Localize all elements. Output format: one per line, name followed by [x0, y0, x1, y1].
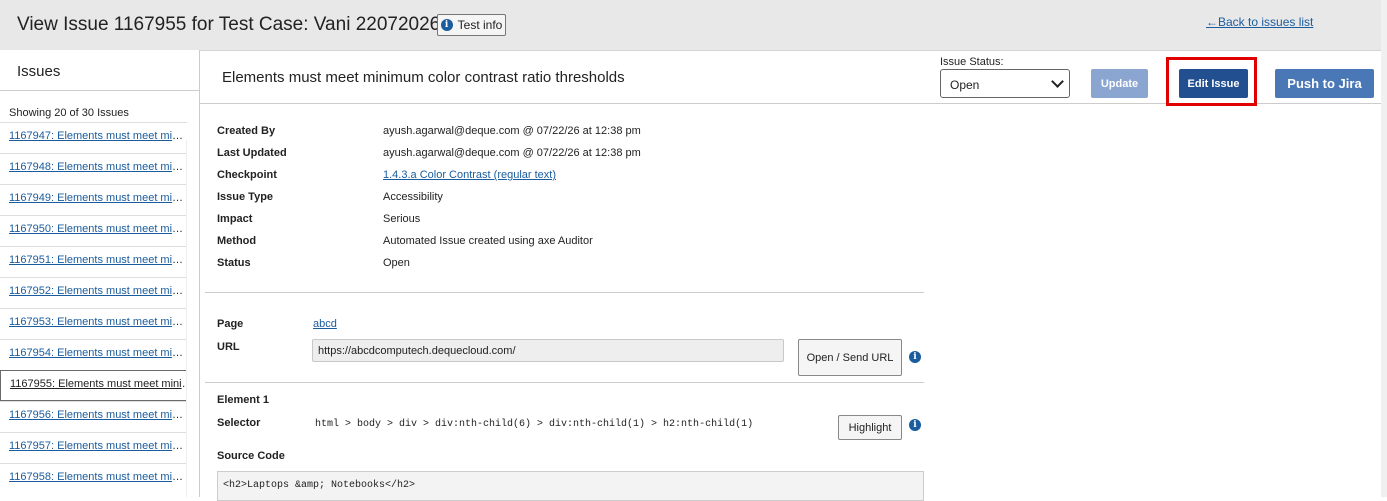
list-item: 1167951: Elements must meet minimum colo…	[0, 246, 187, 277]
issues-sidebar: Issues Showing 20 of 30 Issues 1167947: …	[0, 50, 200, 497]
issue-status-label: Issue Status:	[940, 56, 1004, 68]
divider	[205, 292, 924, 293]
method-label: Method	[217, 235, 257, 247]
test-info-label: Test info	[457, 18, 503, 32]
list-item: 1167958: Elements must meet minimum colo…	[0, 463, 187, 494]
issue-type-label: Issue Type	[217, 191, 274, 203]
issue-header: Elements must meet minimum color contras…	[200, 50, 1381, 106]
created-by-value: ayush.agarwal@deque.com @ 07/22/26 at 12…	[383, 125, 641, 137]
list-item: 1167949: Elements must meet minimum colo…	[0, 184, 187, 215]
issue-link[interactable]: 1167958: Elements must meet minimum colo…	[9, 471, 187, 483]
element-title: Element 1	[217, 394, 269, 406]
issue-link[interactable]: 1167947: Elements must meet minimum colo…	[9, 130, 187, 142]
issue-link[interactable]: 1167950: Elements must meet minimum colo…	[9, 223, 187, 235]
test-info-button[interactable]: i Test info	[437, 14, 506, 36]
info-icon[interactable]: i	[909, 351, 921, 363]
last-updated-value: ayush.agarwal@deque.com @ 07/22/26 at 12…	[383, 147, 641, 159]
page-link[interactable]: abcd	[313, 318, 337, 330]
selector-label: Selector	[217, 417, 261, 429]
issue-heading: Elements must meet minimum color contras…	[222, 69, 625, 86]
issue-list: 1167947: Elements must meet minimum colo…	[0, 122, 199, 494]
divider	[205, 382, 924, 383]
back-to-issues-link[interactable]: ←Back to issues list	[1206, 15, 1313, 29]
created-by-label: Created By	[217, 125, 276, 137]
list-item: 1167953: Elements must meet minimum colo…	[0, 308, 187, 339]
issue-link[interactable]: 1167957: Elements must meet minimum colo…	[9, 440, 187, 452]
status-label: Status	[217, 257, 251, 269]
url-field[interactable]: https://abcdcomputech.dequecloud.com/	[312, 339, 784, 362]
info-icon[interactable]: i	[909, 419, 921, 431]
list-item: 1167957: Elements must meet minimum colo…	[0, 432, 187, 463]
checkpoint-link[interactable]: 1.4.3.a Color Contrast (regular text)	[383, 169, 556, 181]
url-label: URL	[217, 341, 240, 353]
last-updated-label: Last Updated	[217, 147, 287, 159]
issue-link[interactable]: 1167952: Elements must meet minimum colo…	[9, 285, 187, 297]
page-scrollbar[interactable]	[1381, 0, 1387, 497]
issue-link[interactable]: 1167949: Elements must meet minimum colo…	[9, 192, 187, 204]
impact-label: Impact	[217, 213, 253, 225]
status-value: Open	[383, 257, 410, 269]
list-item: 1167947: Elements must meet minimum colo…	[0, 122, 187, 153]
highlight-button[interactable]: Highlight	[838, 415, 902, 440]
issue-type-value: Accessibility	[383, 191, 443, 203]
list-item: 1167956: Elements must meet minimum colo…	[0, 401, 187, 432]
page-header: View Issue 1167955 for Test Case: Vani 2…	[0, 0, 1381, 51]
checkpoint-label: Checkpoint	[217, 169, 277, 181]
issue-link[interactable]: 1167953: Elements must meet minimum colo…	[9, 316, 187, 328]
open-send-url-button[interactable]: Open / Send URL	[798, 339, 902, 376]
issue-status-select[interactable]: Open	[940, 69, 1070, 98]
list-item: 1167954: Elements must meet minimum colo…	[0, 339, 187, 370]
sidebar-scrollbar[interactable]	[186, 140, 199, 497]
edit-issue-button[interactable]: Edit Issue	[1179, 69, 1248, 98]
update-button[interactable]: Update	[1091, 69, 1148, 98]
impact-value: Serious	[383, 213, 421, 225]
method-value: Automated Issue created using axe Audito…	[383, 235, 593, 247]
issue-link[interactable]: 1167951: Elements must meet minimum colo…	[9, 254, 187, 266]
issue-link[interactable]: 1167948: Elements must meet minimum colo…	[9, 161, 187, 173]
push-to-jira-button[interactable]: Push to Jira	[1275, 69, 1374, 98]
page-title: View Issue 1167955 for Test Case: Vani 2…	[17, 14, 441, 35]
page-label: Page	[217, 318, 244, 330]
list-item: 1167952: Elements must meet minimum colo…	[0, 277, 187, 308]
issue-link[interactable]: 1167954: Elements must meet minimum colo…	[9, 347, 187, 359]
source-code-label: Source Code	[217, 450, 285, 462]
selector-value: html > body > div > div:nth-child(6) > d…	[315, 419, 754, 430]
list-item: 1167950: Elements must meet minimum colo…	[0, 215, 187, 246]
list-item: 1167948: Elements must meet minimum colo…	[0, 153, 187, 184]
info-icon: i	[440, 19, 453, 31]
issues-count: Showing 20 of 30 Issues	[9, 107, 129, 119]
chevron-down-icon	[1051, 75, 1064, 88]
issue-status-value: Open	[950, 78, 980, 92]
sidebar-title: Issues	[0, 50, 199, 91]
list-item-selected: 1167955: Elements must meet minimum colo…	[0, 370, 199, 401]
issue-link[interactable]: 1167956: Elements must meet minimum colo…	[9, 409, 187, 421]
issue-link[interactable]: 1167955: Elements must meet minimum colo…	[10, 378, 198, 390]
